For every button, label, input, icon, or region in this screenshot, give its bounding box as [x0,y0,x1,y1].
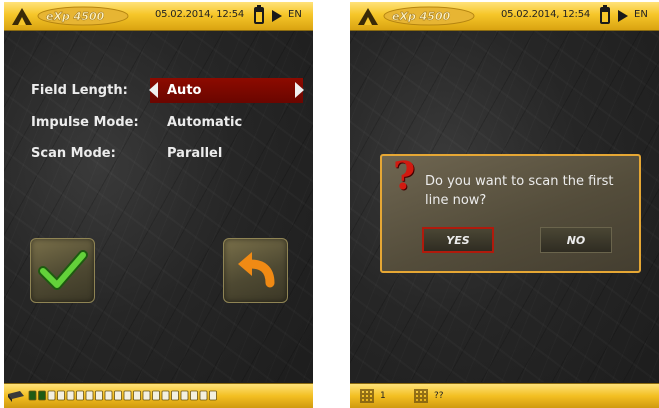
progress-segment [104,390,113,401]
arrow-left-icon[interactable] [149,82,158,98]
progress-segment [161,390,170,401]
svg-text:eXp 4500: eXp 4500 [46,10,105,23]
arrow-right-icon[interactable] [295,82,304,98]
progress-segment [142,390,151,401]
undo-arrow-icon [238,252,275,288]
field-length-label: Field Length: [31,83,128,98]
field-grid-icon [414,389,428,403]
confirm-button[interactable] [30,238,95,303]
device-icon [8,391,24,402]
progress-segment [123,390,132,401]
impulse-mode-value[interactable]: Automatic [167,115,242,130]
scan-prompt-screen: eXp 4500 05.02.2014, 12:54 EN ? Do you w… [350,2,659,408]
progress-segment [28,390,37,401]
checkmark-icon [38,250,88,290]
svg-text:eXp 4500: eXp 4500 [392,10,451,23]
bottom-status-bar [4,383,313,408]
speaker-icon [618,10,628,22]
yes-button[interactable]: YES [422,227,494,253]
back-button[interactable] [223,238,288,303]
dialog-message: Do you want to scan the first line now? [425,174,614,208]
language-indicator: EN [288,9,302,20]
battery-icon [254,5,264,24]
settings-screen: eXp 4500 05.02.2014, 12:54 EN Field Leng… [4,2,313,408]
progress-segment [114,390,122,401]
progress-segment [209,390,217,401]
brand-logo: eXp 4500 [12,6,129,26]
bottom-status-bar: 1 ?? [350,383,659,408]
progress-segment [57,390,65,401]
scan-mode-value[interactable]: Parallel [167,146,222,161]
top-status-bar: eXp 4500 05.02.2014, 12:54 EN [4,2,313,31]
line-grid-icon [360,389,374,403]
progress-segment [47,390,56,401]
progress-segment [38,390,46,401]
datetime-display: 05.02.2014, 12:54 [155,9,245,20]
progress-segment [85,390,94,401]
datetime-display: 05.02.2014, 12:54 [501,9,591,20]
scan-progress-indicator [8,390,217,402]
impulse-mode-label: Impulse Mode: [31,115,139,130]
field-length-selector[interactable]: Auto [149,78,304,103]
progress-segment [171,390,179,401]
field-count: ?? [434,391,444,401]
speaker-icon [272,10,282,22]
battery-icon [600,5,610,24]
progress-segment [190,390,198,401]
progress-segment [152,390,160,401]
language-indicator: EN [634,9,648,20]
progress-segment [180,390,189,401]
brand-logo: eXp 4500 [358,6,475,26]
progress-segment [76,390,84,401]
progress-segment [66,390,75,401]
top-status-bar: eXp 4500 05.02.2014, 12:54 EN [350,2,659,31]
field-length-value: Auto [167,83,202,98]
progress-segment [199,390,208,401]
progress-segment [95,390,103,401]
scan-mode-label: Scan Mode: [31,146,116,161]
line-count: 1 [380,391,386,401]
progress-segment [133,390,141,401]
scan-first-line-dialog: ? Do you want to scan the first line now… [380,153,641,273]
question-mark-icon: ? [393,153,416,198]
no-button[interactable]: NO [540,227,612,253]
